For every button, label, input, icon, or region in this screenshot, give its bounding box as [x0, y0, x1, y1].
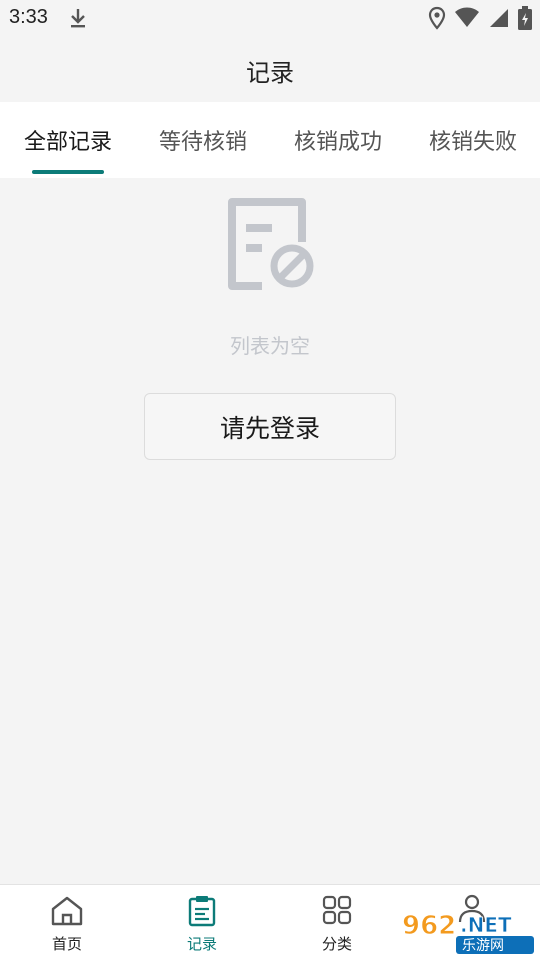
active-tab-indicator: [32, 170, 104, 174]
grid-icon: [322, 895, 352, 929]
svg-text:乐游网: 乐游网: [462, 938, 504, 954]
watermark-logo: 962 .NET 乐游网: [400, 908, 536, 956]
status-time: 3:33: [9, 6, 48, 28]
svg-text:962: 962: [402, 911, 456, 941]
battery-icon: [518, 6, 532, 34]
clipboard-icon: [187, 895, 217, 931]
download-icon: [68, 7, 88, 33]
empty-list-icon: [226, 196, 318, 296]
nav-records-label: 记录: [186, 935, 217, 953]
nav-records[interactable]: 记录: [152, 885, 252, 961]
login-button[interactable]: 请先登录: [144, 393, 396, 460]
nav-home[interactable]: 首页: [17, 885, 117, 961]
empty-list-text: 列表为空: [230, 334, 310, 358]
tab-success[interactable]: 核销成功: [270, 102, 406, 178]
tab-all-records[interactable]: 全部记录: [0, 102, 136, 178]
wifi-icon: [454, 7, 480, 33]
tab-pending[interactable]: 等待核销: [136, 102, 270, 178]
location-icon: [428, 6, 446, 34]
tab-failed[interactable]: 核销失败: [406, 102, 540, 178]
nav-category-label: 分类: [321, 935, 352, 953]
title-bar: 记录: [0, 38, 540, 102]
page-title: 记录: [246, 58, 294, 87]
cell-signal-icon: [488, 7, 510, 33]
nav-home-label: 首页: [51, 935, 82, 953]
nav-category[interactable]: 分类: [287, 885, 387, 961]
record-tabs: 全部记录 等待核销 核销成功 核销失败: [0, 102, 540, 178]
status-bar: 3:33: [0, 0, 540, 38]
svg-text:.NET: .NET: [460, 913, 512, 937]
home-icon: [49, 895, 85, 931]
